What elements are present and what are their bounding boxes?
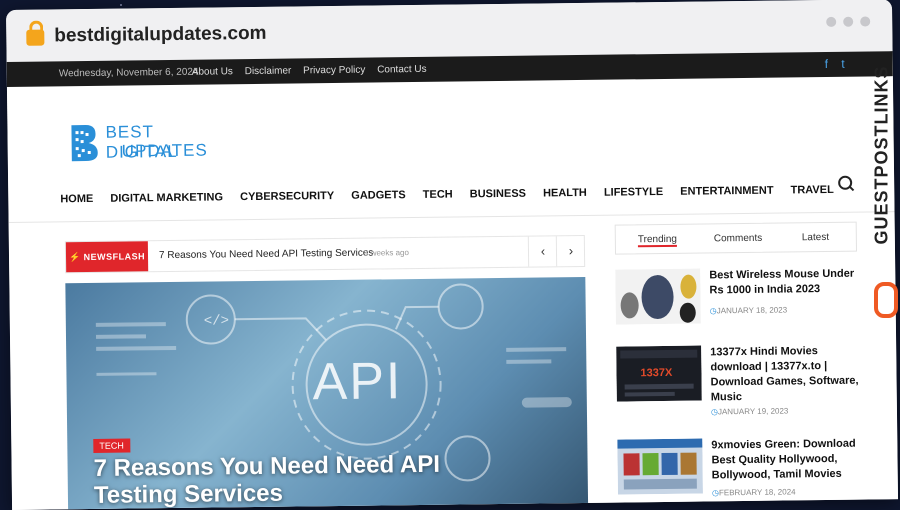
featured-article[interactable]: </> API TECH 7 Reasons You Need Need API… [65,276,589,510]
web-page: Wednesday, November 6, 2024 About Us Dis… [6,51,899,510]
logo-line-2: UPDATES [121,140,208,161]
tab-comments[interactable]: Comments [714,233,762,245]
nav-item-entertainment[interactable]: ENTERTAINMENT [680,185,773,198]
social-links: f t [815,57,845,71]
top-link-contact[interactable]: Contact Us [377,64,427,76]
link-chain-icon [874,282,898,318]
logo-mark-icon [71,125,98,162]
svg-text:1337X: 1337X [640,367,673,379]
newsflash-time: 3 weeks ago [363,248,409,258]
top-link-privacy[interactable]: Privacy Policy [303,65,365,77]
twitter-icon[interactable]: t [841,57,845,71]
hero-image-text: API [312,352,403,412]
site-logo[interactable]: BEST DIGITAL UPDATES [67,119,228,165]
newsflash-next-button[interactable]: › [555,235,586,267]
post-title[interactable]: 9xmovies Green: Download Best Quality Ho… [711,437,862,484]
svg-text:</>: </> [204,313,229,329]
post-date: JANUARY 19, 2023 [711,406,789,416]
tab-trending[interactable]: Trending [637,233,678,248]
nav-item-home[interactable]: HOME [60,193,93,205]
tab-latest[interactable]: Latest [802,232,829,243]
header-divider [8,211,895,223]
watermark: GUESTPOSTLINKS [866,50,898,318]
nav-item-lifestyle[interactable]: LIFESTYLE [604,186,663,199]
window-dot-icon[interactable] [826,16,837,27]
newsflash-prev-button[interactable]: ‹ [527,236,558,267]
post-thumbnail-9xmovies [617,438,703,495]
top-bar-links: About Us Disclaimer Privacy Policy Conta… [192,64,436,78]
featured-title[interactable]: 7 Reasons You Need Need API Testing Serv… [93,450,494,509]
top-link-about[interactable]: About Us [192,66,233,78]
lock-icon [26,29,45,46]
url-text[interactable]: bestdigitalupdates.com [54,23,266,48]
browser-window: bestdigitalupdates.com Wednesday, Novemb… [6,0,899,510]
post-title[interactable]: 13377x Hindi Movies download | 13377x.to… [710,344,861,406]
nav-item-digital-marketing[interactable]: DIGITAL MARKETING [110,191,223,204]
star-decoration [120,4,122,6]
nav-item-health[interactable]: HEALTH [543,187,587,200]
post-title[interactable]: Best Wireless Mouse Under Rs 1000 in Ind… [709,267,859,299]
newsflash-label: ⚡ NEWSFLASH [65,241,149,273]
post-thumbnail-mouse [615,268,701,325]
list-item[interactable]: Best Wireless Mouse Under Rs 1000 in Ind… [615,267,856,340]
facebook-icon[interactable]: f [825,57,829,71]
search-icon[interactable] [838,175,853,190]
nav-item-business[interactable]: BUSINESS [470,188,526,201]
nav-item-gadgets[interactable]: GADGETS [351,189,406,202]
category-badge[interactable]: TECH [93,438,130,453]
newsflash-headline[interactable]: 7 Reasons You Need Need API Testing Serv… [159,248,374,262]
newsflash-ticker: ⚡ NEWSFLASH 7 Reasons You Need Need API … [64,234,586,274]
post-date: JANUARY 18, 2023 [710,305,788,315]
main-nav: HOME DIGITAL MARKETING CYBERSECURITY GAD… [60,184,848,205]
nav-item-tech[interactable]: TECH [423,189,453,201]
top-link-disclaimer[interactable]: Disclaimer [245,66,292,78]
top-bar-date: Wednesday, November 6, 2024 [58,66,199,80]
sidebar-tabs: Trending Comments Latest [614,221,858,255]
window-dot-icon[interactable] [860,16,871,27]
nav-item-travel[interactable]: TRAVEL [791,184,834,197]
window-dot-icon[interactable] [843,16,854,27]
nav-item-cybersecurity[interactable]: CYBERSECURITY [240,190,334,203]
list-item[interactable]: 9xmovies Green: Download Best Quality Ho… [617,437,858,510]
window-controls [819,13,871,32]
post-thumbnail-1337x: 1337X [616,345,702,402]
post-date: FEBRUARY 18, 2024 [712,487,796,497]
list-item[interactable]: 1337X 13377x Hindi Movies download | 133… [616,344,859,417]
watermark-text: GUESTPOSTLINKS [871,65,892,245]
newsflash-label-text: NEWSFLASH [83,251,146,263]
